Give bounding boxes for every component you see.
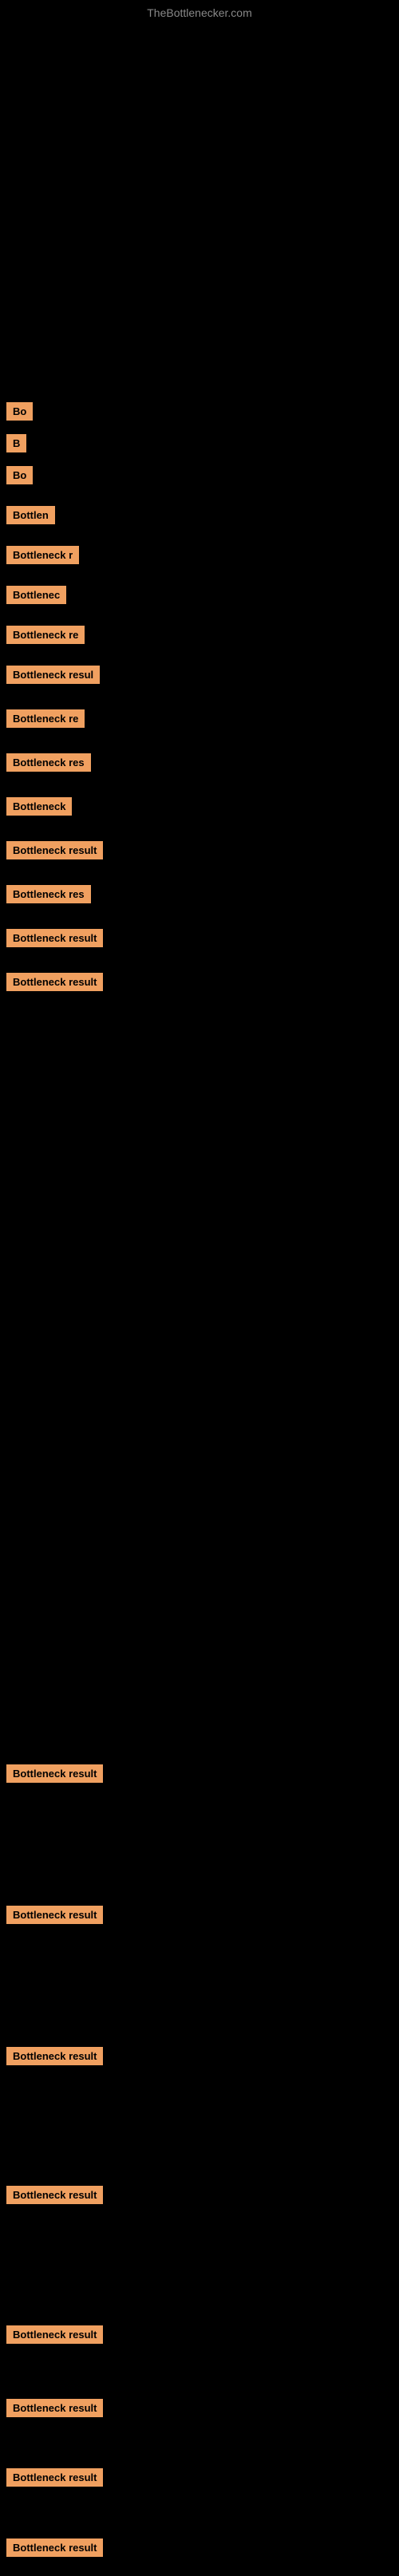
bottleneck-item: Bottleneck r	[6, 546, 79, 564]
bottleneck-item: Bottleneck result	[6, 2325, 103, 2344]
bottleneck-item: Bottleneck result	[6, 929, 103, 947]
bottleneck-item: Bottleneck re	[6, 626, 85, 644]
bottleneck-item: Bottlenec	[6, 586, 66, 604]
bottleneck-item: Bottleneck result	[6, 1906, 103, 1924]
bottleneck-item: Bottleneck res	[6, 885, 91, 903]
bottleneck-item: Bottleneck result	[6, 2186, 103, 2204]
bottleneck-item: Bo	[6, 402, 33, 421]
bottleneck-item: B	[6, 434, 26, 452]
bottleneck-item: Bo	[6, 466, 33, 484]
bottleneck-item: Bottlen	[6, 506, 55, 524]
site-title: TheBottlenecker.com	[0, 0, 399, 22]
bottleneck-item: Bottleneck result	[6, 2538, 103, 2557]
bottleneck-item: Bottleneck result	[6, 841, 103, 859]
bottleneck-item: Bottleneck re	[6, 709, 85, 728]
bottleneck-item: Bottleneck result	[6, 2468, 103, 2487]
bottleneck-item: Bottleneck result	[6, 2047, 103, 2065]
page-container: TheBottlenecker.com Bo B Bo Bottlen Bottlene…	[0, 0, 399, 2576]
bottleneck-item: Bottleneck resul	[6, 666, 100, 684]
bottleneck-item: Bottleneck res	[6, 753, 91, 772]
bottleneck-item: Bottleneck result	[6, 973, 103, 991]
bottleneck-item: Bottleneck	[6, 797, 72, 816]
bottleneck-item: Bottleneck result	[6, 1764, 103, 1783]
bottleneck-item: Bottleneck result	[6, 2399, 103, 2417]
